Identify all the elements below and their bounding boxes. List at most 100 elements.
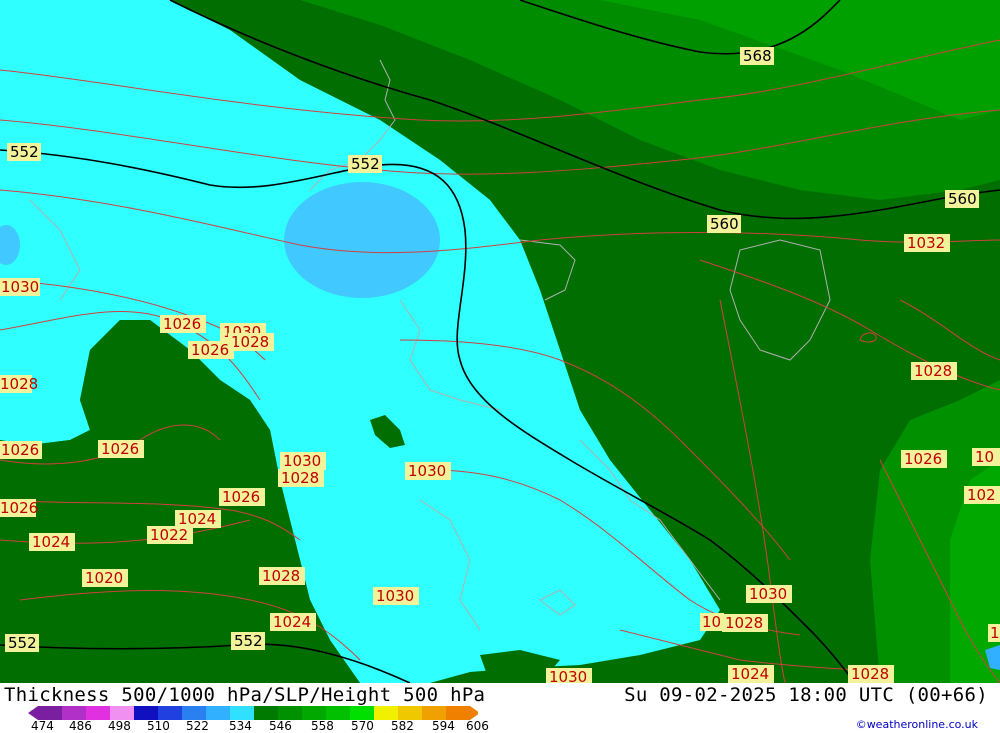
svg-text:1024: 1024	[32, 533, 70, 551]
svg-text:1: 1	[990, 624, 1000, 642]
weather-map: 552 552 568 560 560 552 552 1030 1026 10…	[0, 0, 1000, 683]
legend-swatch	[134, 706, 158, 720]
svg-text:1024: 1024	[731, 665, 769, 683]
height-label-560-center: 560	[707, 215, 741, 233]
legend-swatch	[398, 706, 422, 720]
thickness-fill-534-core	[284, 182, 440, 298]
svg-text:102: 102	[967, 486, 996, 504]
legend-cells	[38, 706, 470, 720]
svg-text:552: 552	[8, 634, 37, 652]
height-label-552-west: 552	[7, 143, 41, 161]
slp-label: 1030	[546, 668, 592, 683]
slp-label: 1032	[904, 234, 950, 252]
legend-swatch	[230, 706, 254, 720]
legend-swatch	[278, 706, 302, 720]
slp-label: 1026	[98, 440, 144, 458]
slp-label: 1026	[901, 450, 947, 468]
legend-swatch	[158, 706, 182, 720]
svg-text:1026: 1026	[163, 315, 201, 333]
legend-tick: 474	[31, 719, 54, 733]
legend-tick: 582	[391, 719, 414, 733]
svg-text:1030: 1030	[549, 668, 587, 683]
height-label-552-south: 552	[231, 632, 265, 650]
height-label-568: 568	[740, 47, 774, 65]
svg-text:1030: 1030	[1, 278, 39, 296]
svg-text:1024: 1024	[273, 613, 311, 631]
legend-swatch	[182, 706, 206, 720]
svg-text:1028: 1028	[262, 567, 300, 585]
slp-label: 1028	[722, 614, 768, 632]
svg-text:1028: 1028	[725, 614, 763, 632]
legend-arrow-right	[470, 706, 480, 720]
slp-label: 1028	[911, 362, 957, 380]
svg-text:1032: 1032	[907, 234, 945, 252]
svg-text:560: 560	[948, 190, 977, 208]
slp-label: 1026	[219, 488, 265, 506]
map-footer: Thickness 500/1000 hPa/SLP/Height 500 hP…	[0, 683, 1000, 733]
legend-tick: 546	[269, 719, 292, 733]
slp-label: 1026	[188, 341, 234, 359]
svg-text:1030: 1030	[283, 452, 321, 470]
legend-bar	[28, 706, 480, 720]
svg-text:1026: 1026	[191, 341, 229, 359]
legend-tick: 570	[351, 719, 374, 733]
svg-text:568: 568	[743, 47, 772, 65]
legend-tick: 522	[186, 719, 209, 733]
svg-text:10: 10	[702, 613, 721, 631]
legend-arrow-left	[28, 706, 38, 720]
svg-text:1030: 1030	[749, 585, 787, 603]
slp-label: 1022	[147, 526, 193, 544]
svg-text:1026: 1026	[222, 488, 260, 506]
slp-label: 1028	[0, 375, 38, 393]
svg-text:552: 552	[351, 155, 380, 173]
height-label-552-center: 552	[348, 155, 382, 173]
slp-label: 1030	[746, 585, 792, 603]
map-title: Thickness 500/1000 hPa/SLP/Height 500 hP…	[4, 684, 486, 706]
svg-text:1026: 1026	[1, 441, 39, 459]
svg-text:1028: 1028	[281, 469, 319, 487]
slp-label: 1028	[228, 333, 274, 351]
slp-label: 1	[988, 624, 1000, 642]
slp-label: 1028	[848, 665, 894, 683]
legend-swatch	[254, 706, 278, 720]
slp-label: 1028	[278, 469, 324, 487]
slp-label: 1024	[29, 533, 75, 551]
legend-swatch	[374, 706, 398, 720]
svg-text:552: 552	[234, 632, 263, 650]
slp-label: 1030	[0, 278, 40, 296]
slp-label: 1024	[270, 613, 316, 631]
slp-label: 1026	[0, 499, 38, 517]
svg-text:1028: 1028	[914, 362, 952, 380]
legend-tick: 486	[69, 719, 92, 733]
legend-swatch	[350, 706, 374, 720]
legend-swatch	[446, 706, 470, 720]
color-legend	[28, 705, 480, 720]
legend-swatch	[422, 706, 446, 720]
credit-text: ©weatheronline.co.uk	[855, 718, 978, 731]
svg-text:1022: 1022	[150, 526, 188, 544]
slp-label: 1030	[405, 462, 451, 480]
legend-swatch	[62, 706, 86, 720]
legend-tick: 510	[147, 719, 170, 733]
slp-label: 10	[700, 613, 724, 631]
slp-label: 1026	[160, 315, 206, 333]
slp-label: 10	[972, 448, 1000, 466]
legend-tick: 558	[311, 719, 334, 733]
legend-swatch	[38, 706, 62, 720]
svg-text:1030: 1030	[376, 587, 414, 605]
slp-label: 1026	[0, 441, 42, 459]
slp-label: 102	[964, 486, 1000, 504]
legend-tick: 498	[108, 719, 131, 733]
slp-label: 1030	[280, 452, 326, 470]
height-label-552-southwest: 552	[5, 634, 39, 652]
valid-time: Su 09-02-2025 18:00 UTC (00+66)	[624, 684, 988, 706]
legend-swatch	[326, 706, 350, 720]
legend-swatch	[86, 706, 110, 720]
svg-text:1028: 1028	[851, 665, 889, 683]
height-label-560-east: 560	[945, 190, 979, 208]
slp-label: 1024	[728, 665, 774, 683]
legend-tick: 594	[432, 719, 455, 733]
slp-label: 1020	[82, 569, 128, 587]
svg-text:560: 560	[710, 215, 739, 233]
svg-text:1028: 1028	[231, 333, 269, 351]
